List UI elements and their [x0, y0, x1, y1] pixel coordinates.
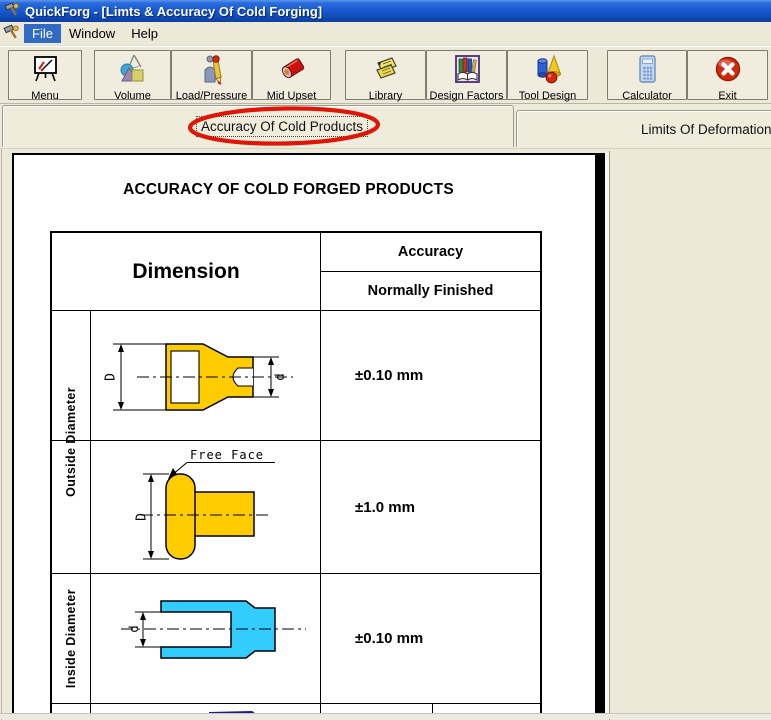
solids-icon: [533, 53, 563, 90]
menu-bar: File Window Help: [0, 22, 771, 46]
volume-button[interactable]: Volume: [94, 50, 171, 102]
toolbar-button-label: Library: [368, 90, 403, 102]
toolbar-button-label: Mid Upset: [266, 90, 317, 102]
library-button[interactable]: Library: [345, 50, 426, 102]
document-page: ACCURACY OF COLD FORGED PRODUCTS Dimensi…: [12, 153, 597, 716]
drawing-cup-section: d: [121, 600, 306, 659]
menu-item-file[interactable]: File: [24, 24, 61, 43]
page-title: ACCURACY OF COLD FORGED PRODUCTS: [123, 181, 454, 198]
toolbar-button-label: Tool Design: [518, 90, 577, 102]
toolbar-button-label: Volume: [114, 90, 151, 102]
svg-text:d: d: [273, 373, 287, 380]
svg-text:d: d: [127, 625, 141, 632]
mid-upset-button[interactable]: Mid Upset: [252, 50, 331, 102]
menu-item-help[interactable]: Help: [123, 24, 166, 43]
drawing-stepped-shaft: D d: [104, 343, 293, 411]
svg-text:D: D: [104, 373, 119, 381]
toolbar-button-label: Design Factors: [429, 90, 504, 102]
menu-button[interactable]: Menu: [8, 50, 82, 102]
toolbar-button-label: Calculator: [622, 90, 672, 102]
table-line: [52, 703, 540, 704]
calculator-button[interactable]: Calculator: [607, 50, 687, 102]
panel-divider: [609, 151, 610, 720]
tab-bar: Accuracy Of Cold Products Limits Of Defo…: [0, 104, 771, 148]
tab-accuracy-of-cold-products[interactable]: Accuracy Of Cold Products: [2, 105, 514, 147]
column-header-accuracy: Accuracy: [397, 244, 464, 260]
tab-label: Accuracy Of Cold Products: [195, 116, 369, 137]
load-pressure-button[interactable]: Load/Pressure: [171, 50, 252, 102]
toolbar-button-label: Load/Pressure: [175, 90, 248, 102]
pencil-figure-icon: [197, 53, 227, 90]
app-icon: [4, 1, 20, 22]
tab-limits-of-deformations[interactable]: Limits Of Deformations In: [516, 110, 771, 147]
calculator-icon: [632, 53, 662, 90]
svg-text:D: D: [135, 513, 150, 521]
title-bar: QuickForg - [Limts & Accuracy Of Cold Fo…: [0, 0, 771, 22]
tab-label: Limits Of Deformations In: [641, 121, 771, 137]
menu-item-window[interactable]: Window: [61, 24, 123, 43]
row-group-inside-diameter: Inside Diameter: [64, 588, 78, 689]
exit-button[interactable]: Exit: [687, 50, 768, 102]
yellow-notes-icon: [371, 53, 401, 90]
panel-left-edge: [1, 149, 2, 720]
toolbar-button-label: Menu: [31, 90, 59, 102]
accuracy-table: Dimension Accuracy Normally Finished Out…: [50, 231, 542, 714]
accuracy-value-row1: ±0.10 mm: [355, 367, 424, 384]
column-header-dimension: Dimension: [132, 259, 240, 283]
toolbar-button-label: Exit: [718, 90, 737, 102]
content-area: ACCURACY OF COLD FORGED PRODUCTS Dimensi…: [0, 148, 771, 720]
geometry-shapes-icon: [118, 53, 148, 90]
menu-app-icon: [3, 23, 20, 45]
window-title: QuickForg - [Limts & Accuracy Of Cold Fo…: [25, 3, 323, 19]
drawing-rivet-free-face: Free Face D: [135, 448, 275, 560]
window-bottom-edge: [0, 713, 771, 719]
accuracy-value-row2: ±1.0 mm: [355, 498, 415, 516]
design-factors-button[interactable]: Design Factors: [426, 50, 507, 102]
open-book-icon: [452, 53, 482, 90]
column-header-normally-finished: Normally Finished: [367, 283, 494, 299]
tool-design-button[interactable]: Tool Design: [507, 50, 588, 102]
page-shadow: [597, 153, 605, 714]
row-group-outside-diameter: Outside Diameter: [64, 387, 78, 497]
whiteboard-icon: [30, 53, 60, 90]
svg-text:Free Face: Free Face: [190, 448, 264, 462]
accuracy-value-row3: ±0.10 mm: [355, 630, 424, 647]
toolbar: Menu Volume Load/Pressure Mid Upset Libr…: [0, 46, 771, 104]
exit-icon: [713, 53, 743, 90]
red-cylinder-icon: [277, 53, 307, 90]
